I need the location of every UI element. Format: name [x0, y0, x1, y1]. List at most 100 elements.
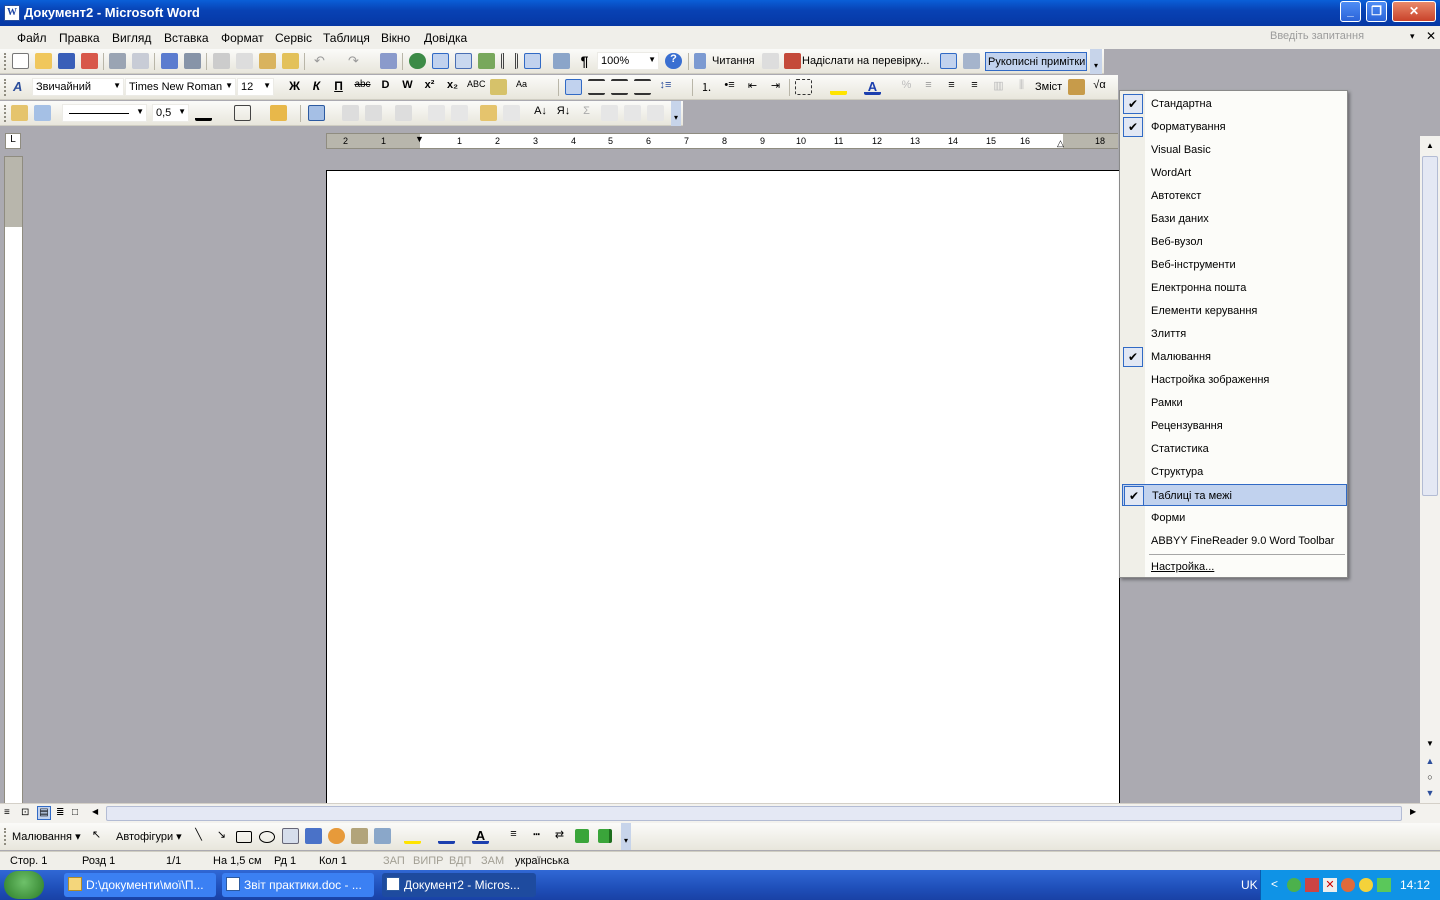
reading-icon[interactable]	[694, 53, 706, 69]
status-rec[interactable]: ЗАП	[383, 855, 405, 867]
tray-app-icon[interactable]	[1341, 878, 1355, 892]
document-map-icon[interactable]	[553, 53, 570, 69]
shadow-style-icon[interactable]	[575, 829, 589, 843]
research-icon[interactable]	[184, 53, 201, 69]
select-browse-object-icon[interactable]: ○	[1422, 772, 1438, 786]
ink-icon[interactable]	[963, 53, 980, 69]
menu-insert[interactable]: Вставка	[164, 31, 209, 45]
tray-app-icon[interactable]: ✕	[1323, 878, 1337, 892]
double-underline-icon[interactable]: D	[377, 79, 394, 95]
ink-annotation-icon[interactable]	[940, 53, 957, 69]
taskbar-item-report[interactable]: Звіт практики.doc - ...	[222, 873, 374, 897]
menu-item-toolbar[interactable]: Статистика	[1122, 438, 1347, 460]
equation-icon[interactable]: √α	[1091, 79, 1108, 95]
scroll-right-icon[interactable]: ▶	[1410, 807, 1416, 816]
next-page-icon[interactable]: ▼	[1422, 788, 1438, 802]
scroll-thumb[interactable]	[106, 806, 1402, 821]
clock[interactable]: 14:12	[1400, 878, 1430, 892]
oval-icon[interactable]	[259, 831, 275, 843]
taskbar-item-explorer[interactable]: D:\документи\мої\П...	[64, 873, 216, 897]
scroll-up-icon[interactable]: ▲	[1422, 138, 1438, 154]
select-objects-icon[interactable]: ↖	[88, 828, 105, 844]
word-underline-icon[interactable]: W	[399, 79, 416, 95]
menu-item-toolbar[interactable]: ✔ Таблиці та межі	[1122, 484, 1347, 506]
fill-color-icon[interactable]	[404, 828, 421, 844]
toolbar-options-icon[interactable]: ▾	[1090, 49, 1102, 74]
menu-window[interactable]: Вікно	[381, 31, 410, 45]
border-icon[interactable]	[795, 79, 812, 95]
tray-app-icon[interactable]	[1287, 878, 1301, 892]
menu-item-toolbar[interactable]: Елементи керування	[1122, 300, 1347, 322]
web-view-icon[interactable]: ⊡	[21, 807, 29, 818]
tool-icon[interactable]	[601, 105, 618, 121]
previous-page-icon[interactable]: ▲	[1422, 756, 1438, 770]
grow-font-icon[interactable]	[490, 79, 507, 95]
superscript-icon[interactable]: x²	[421, 79, 438, 95]
columns-icon[interactable]	[501, 53, 518, 69]
menu-edit[interactable]: Правка	[59, 31, 100, 45]
menu-item-toolbar[interactable]: Бази даних	[1122, 208, 1347, 230]
hyperlink-icon[interactable]	[409, 53, 426, 69]
rectangle-icon[interactable]	[236, 831, 252, 843]
3d-style-icon[interactable]	[598, 829, 612, 843]
send-review-label[interactable]: Надіслати на перевірку...	[802, 55, 929, 67]
strikethrough-icon[interactable]: abc	[354, 79, 371, 95]
print-layout-view-icon[interactable]: ▤	[37, 806, 51, 820]
start-button[interactable]	[4, 871, 44, 899]
vertical-ruler[interactable]	[4, 156, 23, 806]
menu-item-toolbar[interactable]: Настройка зображення	[1122, 369, 1347, 391]
justify-icon[interactable]	[634, 79, 651, 95]
font-color-icon[interactable]: A	[472, 828, 489, 844]
menu-item-toolbar[interactable]: WordArt	[1122, 162, 1347, 184]
scroll-thumb[interactable]	[1422, 156, 1438, 496]
format-painter-icon[interactable]	[282, 53, 299, 69]
line-spacing-icon[interactable]: ↕≡	[657, 79, 674, 95]
arrow-style-icon[interactable]: ⇄	[551, 828, 568, 844]
tool-icon[interactable]	[647, 105, 664, 121]
menu-item-toolbar[interactable]: Електронна пошта	[1122, 277, 1347, 299]
tab-selector-icon[interactable]: L	[5, 133, 21, 149]
text-box-icon[interactable]	[282, 828, 299, 844]
merge-cells-icon[interactable]	[342, 105, 359, 121]
line-icon[interactable]: ╲	[190, 828, 207, 844]
menu-item-toolbar[interactable]: Злиття	[1122, 323, 1347, 345]
status-ext[interactable]: ВДП	[449, 855, 471, 867]
tool-icon[interactable]: ≡	[920, 79, 937, 95]
print-preview-icon[interactable]	[132, 53, 149, 69]
menu-item-toolbar[interactable]: ✔ Малювання	[1122, 346, 1347, 368]
font-combo[interactable]: Times New Roman ▼	[125, 78, 236, 96]
menu-format[interactable]: Формат	[221, 31, 264, 45]
send-review-icon[interactable]	[784, 53, 801, 69]
toolbar-grip[interactable]	[4, 53, 7, 70]
italic-button[interactable]: К	[308, 79, 325, 95]
clip-art-icon[interactable]	[351, 828, 368, 844]
align-left-icon[interactable]	[565, 79, 582, 95]
scroll-left-icon[interactable]: ◀	[92, 807, 98, 816]
toolbar-grip[interactable]	[4, 828, 7, 845]
zoom-combo[interactable]: 100% ▼	[597, 52, 659, 70]
border-color-icon[interactable]	[195, 105, 212, 121]
menu-item-toolbar[interactable]: Форми	[1122, 507, 1347, 529]
menu-tools[interactable]: Сервіс	[275, 31, 312, 45]
numbering-icon[interactable]: ⒈	[698, 79, 715, 95]
document-page[interactable]	[326, 170, 1120, 810]
outline-view-icon[interactable]: ≣	[56, 807, 64, 818]
toolbar-options-icon[interactable]: ▾	[671, 101, 681, 126]
scroll-down-icon[interactable]: ▼	[1422, 736, 1438, 752]
horizontal-ruler[interactable]: 2 1 1 2 3 4 5 6 7 8 9 10 11 12 13 14 15 …	[326, 133, 1118, 149]
smiley-icon[interactable]	[1359, 878, 1373, 892]
line-color-icon[interactable]	[438, 828, 455, 844]
tool-icon[interactable]	[762, 53, 779, 69]
diagram-icon[interactable]	[328, 828, 345, 844]
reading-label[interactable]: Читання	[712, 55, 755, 67]
draw-table-icon[interactable]	[11, 105, 28, 121]
eraser-icon[interactable]	[34, 105, 51, 121]
word-doc-icon[interactable]: W	[4, 5, 20, 21]
tables-borders-icon[interactable]	[432, 53, 449, 69]
redo-icon[interactable]: ↷	[345, 53, 362, 69]
tool-icon[interactable]	[624, 105, 641, 121]
distribute-columns-icon[interactable]	[451, 105, 468, 121]
menu-view[interactable]: Вигляд	[112, 31, 151, 45]
spelling-grammar-icon[interactable]	[380, 53, 397, 69]
text-direction-icon[interactable]	[503, 105, 520, 121]
